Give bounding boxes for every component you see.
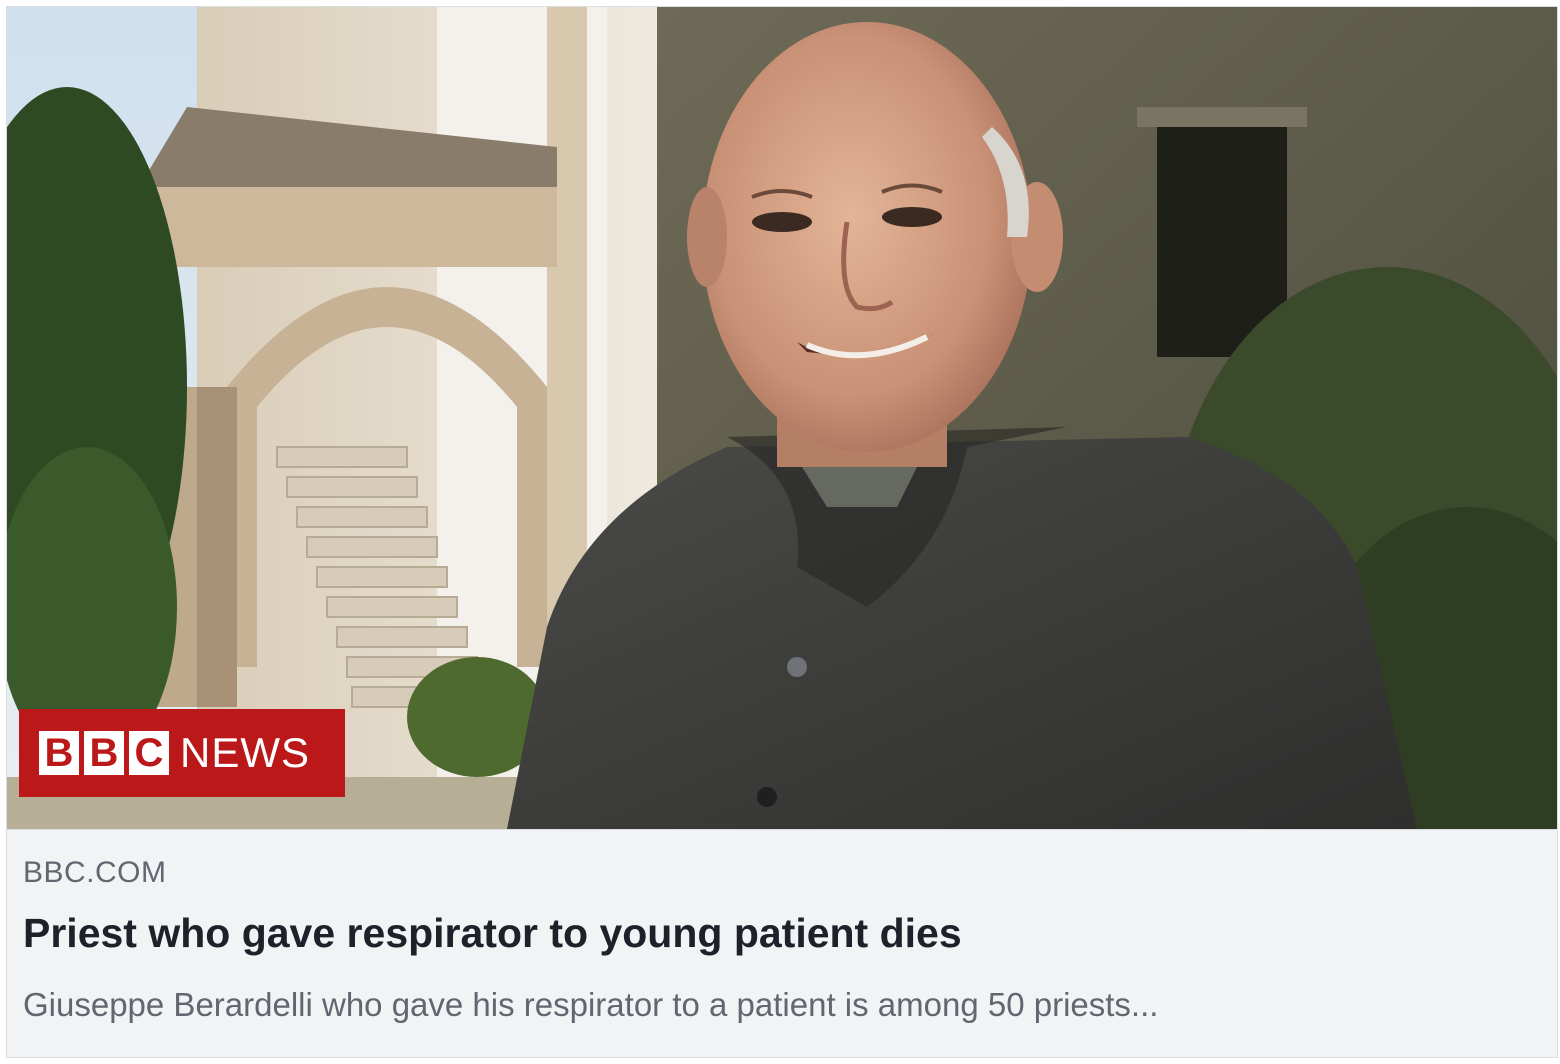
bbc-news-logo: B B C NEWS [19,709,345,797]
article-thumbnail[interactable]: B B C NEWS [7,7,1557,829]
priest-photo-icon [7,7,1557,829]
link-headline[interactable]: Priest who gave respirator to young pati… [23,910,962,957]
link-preview-card[interactable]: B B C NEWS BBC.COM Priest who gave respi… [6,6,1558,1058]
bbc-news-label: NEWS [180,729,310,776]
bbc-logo-letter: B [39,731,79,775]
bbc-logo-letter: C [129,731,169,775]
bbc-logo-letter: B [84,731,124,775]
link-preview-meta[interactable]: BBC.COM Priest who gave respirator to yo… [7,829,1557,1057]
link-domain: BBC.COM [23,856,167,889]
link-description: Giuseppe Berardelli who gave his respira… [23,986,1159,1023]
